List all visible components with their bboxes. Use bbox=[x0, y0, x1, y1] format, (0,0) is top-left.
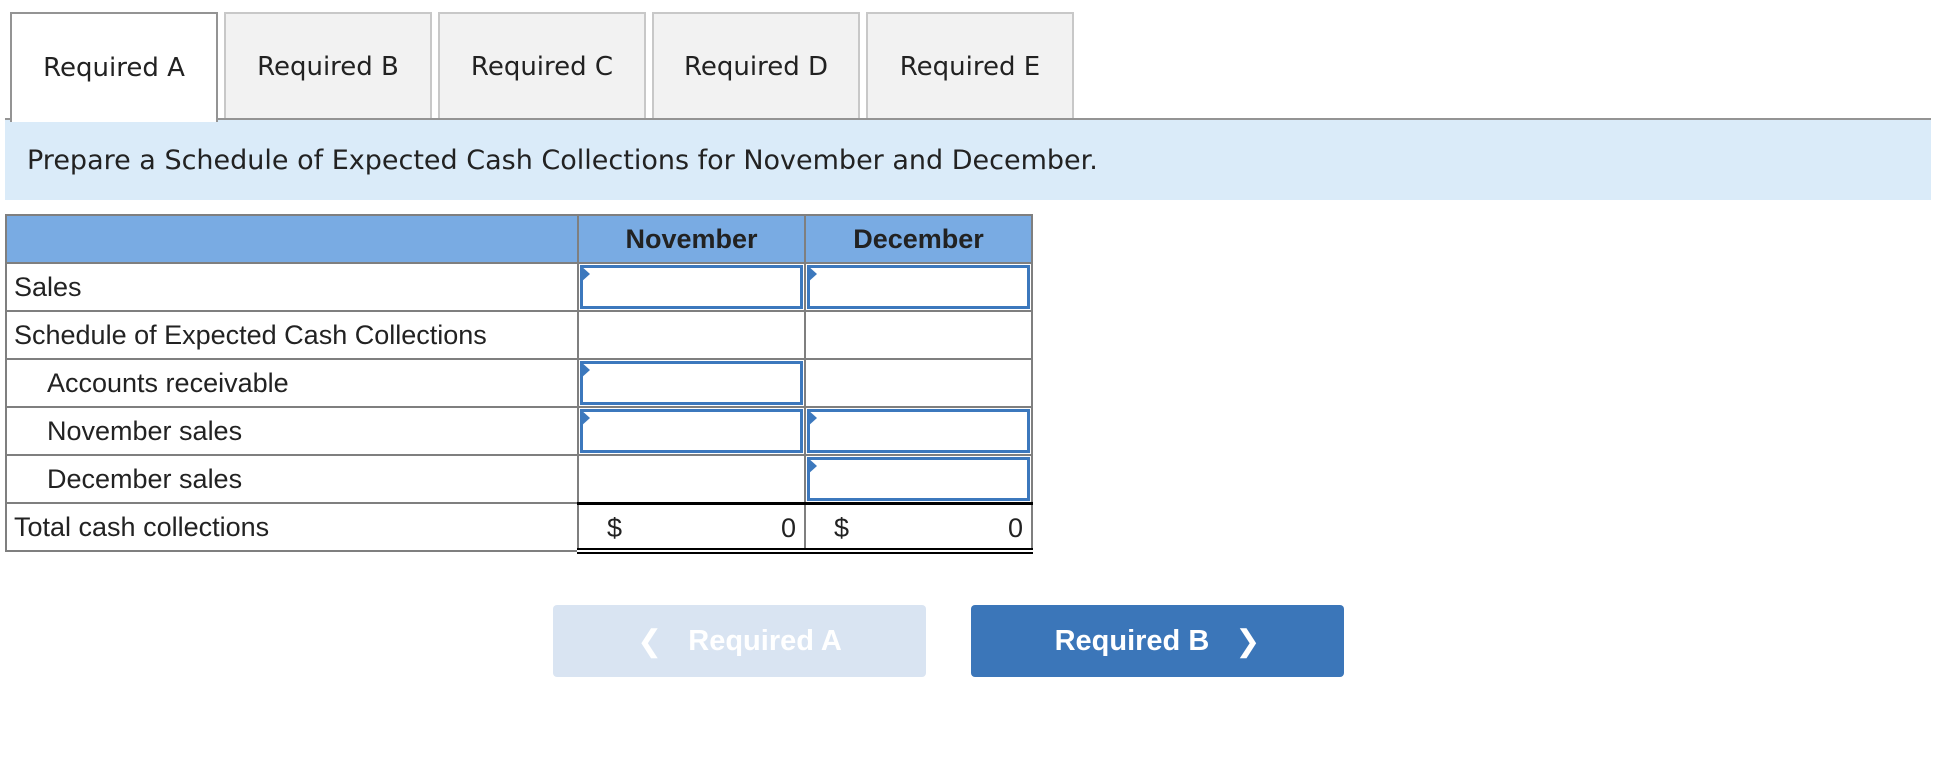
tab-required-a[interactable]: Required A bbox=[10, 12, 218, 122]
currency-symbol: $ bbox=[834, 512, 850, 543]
table-row-schedule-heading: Schedule of Expected Cash Collections bbox=[5, 310, 1033, 360]
instruction-text: Prepare a Schedule of Expected Cash Coll… bbox=[27, 144, 1098, 176]
nov-sales-december-input[interactable] bbox=[806, 408, 1031, 454]
row-label: Sales bbox=[5, 262, 579, 312]
table-row-accounts-receivable: Accounts receivable bbox=[5, 358, 1033, 408]
next-required-b-button[interactable]: Required B ❯ bbox=[971, 605, 1344, 677]
ar-november-input[interactable] bbox=[579, 360, 804, 406]
total-november-value: 0 bbox=[780, 512, 796, 543]
table-row-total: Total cash collections $ 0 $ 0 bbox=[5, 502, 1033, 554]
chevron-left-icon: ❮ bbox=[637, 624, 663, 658]
ar-november-cell bbox=[577, 358, 806, 408]
nov-sales-november-input[interactable] bbox=[579, 408, 804, 454]
currency-symbol: $ bbox=[607, 512, 623, 543]
tab-required-d[interactable]: Required D bbox=[652, 12, 860, 120]
sales-december-input[interactable] bbox=[806, 264, 1031, 310]
total-november-cell: $ 0 bbox=[577, 502, 806, 554]
chevron-right-icon: ❯ bbox=[1235, 624, 1261, 658]
table-row-november-sales: November sales bbox=[5, 406, 1033, 456]
header-november: November bbox=[577, 214, 806, 264]
prev-button-label: Required A bbox=[688, 624, 842, 657]
row-label: Schedule of Expected Cash Collections bbox=[5, 310, 579, 360]
total-december-cell: $ 0 bbox=[804, 502, 1033, 554]
next-button-label: Required B bbox=[1054, 624, 1210, 657]
header-blank bbox=[5, 214, 579, 264]
header-december: December bbox=[804, 214, 1033, 264]
total-december-value: 0 bbox=[1007, 512, 1023, 543]
instruction-banner: Prepare a Schedule of Expected Cash Coll… bbox=[5, 120, 1931, 200]
table-row-sales: Sales bbox=[5, 262, 1033, 312]
table-header-row: November December bbox=[5, 214, 1033, 264]
sales-november-input[interactable] bbox=[579, 264, 804, 310]
nov-sales-december-cell bbox=[804, 406, 1033, 456]
sales-december-cell bbox=[804, 262, 1033, 312]
table-row-december-sales: December sales bbox=[5, 454, 1033, 505]
tab-required-b[interactable]: Required B bbox=[224, 12, 432, 120]
tab-bar: Required A Required B Required C Require… bbox=[10, 12, 1080, 122]
sales-november-cell bbox=[577, 262, 806, 312]
dec-sales-december-input[interactable] bbox=[806, 456, 1031, 502]
tab-required-e[interactable]: Required E bbox=[866, 12, 1074, 120]
row-label: Total cash collections bbox=[5, 502, 579, 552]
empty-cell bbox=[577, 310, 806, 360]
cash-collections-table: November December Sales Schedule of Expe… bbox=[5, 214, 1033, 554]
row-label: Accounts receivable bbox=[5, 358, 579, 408]
empty-cell bbox=[804, 310, 1033, 360]
tab-required-c[interactable]: Required C bbox=[438, 12, 646, 120]
prev-required-a-button[interactable]: ❮ Required A bbox=[553, 605, 926, 677]
empty-cell bbox=[577, 454, 806, 505]
row-label: November sales bbox=[5, 406, 579, 456]
dec-sales-december-cell bbox=[804, 454, 1033, 505]
empty-cell bbox=[804, 358, 1033, 408]
nov-sales-november-cell bbox=[577, 406, 806, 456]
row-label: December sales bbox=[5, 454, 579, 504]
